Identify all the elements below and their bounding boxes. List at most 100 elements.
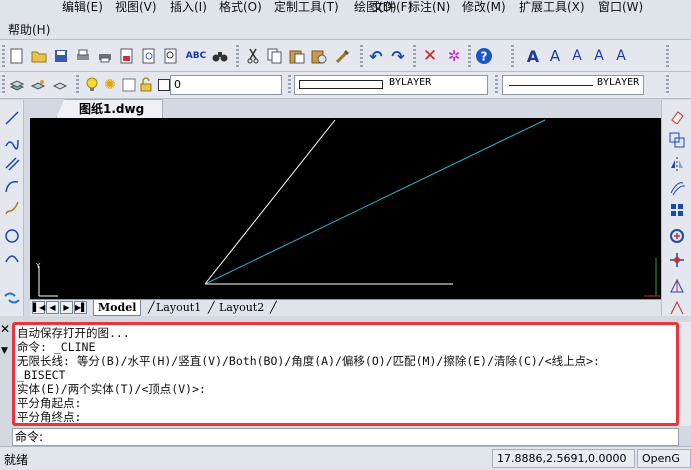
menu-window[interactable]: 窗口(W) bbox=[598, 0, 643, 15]
toolbar-grip[interactable] bbox=[666, 45, 669, 67]
offset-icon[interactable] bbox=[667, 178, 687, 198]
binoculars-icon[interactable] bbox=[210, 46, 230, 66]
purge-icon[interactable]: ✲ bbox=[444, 46, 464, 66]
revision-cloud-icon[interactable] bbox=[2, 288, 22, 308]
lineweight-dropdown[interactable]: BYLAYER bbox=[502, 75, 644, 95]
bisector-line-cyan[interactable] bbox=[204, 119, 546, 285]
print-preview-icon[interactable] bbox=[73, 46, 93, 66]
find-text-icon[interactable]: A bbox=[589, 46, 609, 66]
publish-icon[interactable] bbox=[117, 46, 137, 66]
arc-icon[interactable] bbox=[2, 176, 22, 196]
array-icon[interactable] bbox=[667, 200, 687, 220]
menu-view[interactable]: 视图(V) bbox=[115, 0, 157, 15]
tab-layout2[interactable]: Layout2 bbox=[219, 300, 264, 316]
layer-name: 0 bbox=[174, 78, 181, 91]
layer-states-icon[interactable] bbox=[28, 75, 48, 95]
first-layout-button[interactable]: ▌◀ bbox=[32, 301, 45, 314]
draw-toolbar bbox=[0, 100, 24, 316]
preview-icon[interactable] bbox=[139, 46, 159, 66]
text-style-icon[interactable]: A bbox=[523, 46, 543, 66]
polyline-icon[interactable] bbox=[2, 132, 22, 152]
delete-icon[interactable]: ✕ bbox=[420, 46, 440, 66]
menu-edit[interactable]: 编辑(E) bbox=[62, 0, 103, 15]
layer-dropdown[interactable]: 0 bbox=[170, 75, 282, 95]
command-history-line: 自动保存打开的图... bbox=[17, 326, 130, 340]
coordinate-display[interactable]: 17.8886,2.5691,0.0000 bbox=[492, 449, 635, 468]
multiline-icon[interactable] bbox=[2, 154, 22, 174]
find-icon[interactable] bbox=[161, 46, 181, 66]
menu-dimension[interactable]: 标注(N) bbox=[408, 0, 450, 15]
edit-text-icon[interactable]: A bbox=[567, 46, 587, 66]
status-bar: 就绪 17.8886,2.5691,0.0000 OpenG bbox=[0, 446, 691, 470]
circle-icon[interactable] bbox=[2, 226, 22, 246]
corner-axis-icon bbox=[644, 258, 660, 297]
toolbar-grip[interactable] bbox=[2, 75, 5, 95]
document-tab[interactable]: 图纸1.dwg bbox=[56, 99, 164, 118]
drawing-canvas[interactable]: Y bbox=[30, 118, 661, 316]
trim-icon[interactable] bbox=[667, 298, 687, 318]
copy-object-icon[interactable] bbox=[667, 130, 687, 150]
prev-layout-button[interactable]: ◀ bbox=[46, 301, 59, 314]
toolbar-grip[interactable] bbox=[2, 45, 5, 67]
command-prompt: 命令: bbox=[15, 430, 44, 444]
menu-help[interactable]: 帮助(H) bbox=[8, 21, 50, 38]
toolbar-grip[interactable] bbox=[511, 45, 514, 67]
layout-tab-bar: ▌◀ ◀ ▶ ▶▌ Model ╱ Layout1 ╱ Layout2 ╱ bbox=[30, 299, 661, 316]
move-icon[interactable] bbox=[667, 250, 687, 270]
tab-layout1[interactable]: Layout1 bbox=[156, 300, 201, 316]
menu-modify[interactable]: 修改(M) bbox=[462, 0, 506, 15]
mirror-icon[interactable] bbox=[667, 154, 687, 174]
match-properties-icon[interactable] bbox=[333, 46, 353, 66]
layer-thaw-sun-icon[interactable]: ✺ bbox=[100, 75, 120, 95]
menu-format[interactable]: 格式(O) bbox=[219, 0, 262, 15]
undo-icon[interactable]: ↶ bbox=[366, 46, 386, 66]
toolbar-grip[interactable] bbox=[666, 75, 669, 95]
paste-icon[interactable] bbox=[287, 46, 307, 66]
command-input[interactable]: 命令: bbox=[12, 428, 679, 446]
document-tab-bar: 图纸1.dwg bbox=[24, 99, 661, 118]
menu-insert[interactable]: 插入(I) bbox=[170, 0, 207, 15]
toolbar-separator bbox=[413, 45, 416, 67]
cut-icon[interactable] bbox=[243, 46, 263, 66]
open-file-icon[interactable] bbox=[29, 46, 49, 66]
help-icon[interactable]: ? bbox=[474, 46, 494, 66]
single-line-text-icon[interactable]: A bbox=[545, 46, 565, 66]
copy-icon[interactable] bbox=[265, 46, 285, 66]
ellipse-arc-icon[interactable] bbox=[2, 248, 22, 268]
menu-extend-tools[interactable]: 扩展工具(X) bbox=[519, 0, 585, 15]
menu-tools[interactable]: 定制工具(T) bbox=[274, 0, 339, 15]
print-icon[interactable] bbox=[95, 46, 115, 66]
svg-text:?: ? bbox=[481, 50, 488, 64]
command-history-line: 平分角起点: bbox=[17, 396, 82, 410]
renderer-label: OpenG bbox=[642, 452, 680, 465]
erase-icon[interactable] bbox=[667, 106, 687, 126]
last-layout-button[interactable]: ▶▌ bbox=[74, 301, 87, 314]
stretch-icon[interactable] bbox=[667, 276, 687, 296]
line-icon[interactable] bbox=[2, 108, 22, 128]
save-icon[interactable] bbox=[51, 46, 71, 66]
command-history[interactable]: 自动保存打开的图... 命令: _CLINE 无限长线: 等分(B)/水平(H)… bbox=[12, 322, 679, 426]
spell-check-icon[interactable]: ABC bbox=[186, 46, 206, 66]
linetype-preview-swatch bbox=[299, 80, 383, 89]
command-window-close-icon[interactable]: ✕ bbox=[0, 322, 10, 336]
redo-icon[interactable]: ↷ bbox=[388, 46, 408, 66]
command-window-collapse-icon[interactable]: ▼ bbox=[1, 346, 8, 356]
toolbar-separator bbox=[468, 45, 471, 67]
menu-draw[interactable]: 绘图(D) bbox=[354, 0, 397, 15]
spline-icon[interactable] bbox=[2, 198, 22, 218]
layer-manager-icon[interactable] bbox=[7, 75, 27, 95]
linetype-dropdown[interactable]: BYLAYER bbox=[294, 75, 488, 95]
scale-text-icon[interactable]: A bbox=[611, 46, 631, 66]
command-scrollbar[interactable] bbox=[679, 322, 691, 426]
new-file-icon[interactable] bbox=[7, 46, 27, 66]
toolbar-separator bbox=[360, 45, 363, 67]
paste-special-icon[interactable] bbox=[309, 46, 329, 66]
tab-model[interactable]: Model bbox=[93, 300, 142, 316]
ray-line-white[interactable] bbox=[204, 119, 336, 285]
next-layout-button[interactable]: ▶ bbox=[60, 301, 73, 314]
layer-on-bulb-icon[interactable] bbox=[82, 75, 102, 95]
layer-unlock-icon[interactable] bbox=[136, 75, 156, 95]
layer-previous-icon[interactable] bbox=[50, 75, 70, 95]
renderer-indicator[interactable]: OpenG bbox=[637, 449, 691, 468]
rotate-icon[interactable] bbox=[667, 226, 687, 246]
